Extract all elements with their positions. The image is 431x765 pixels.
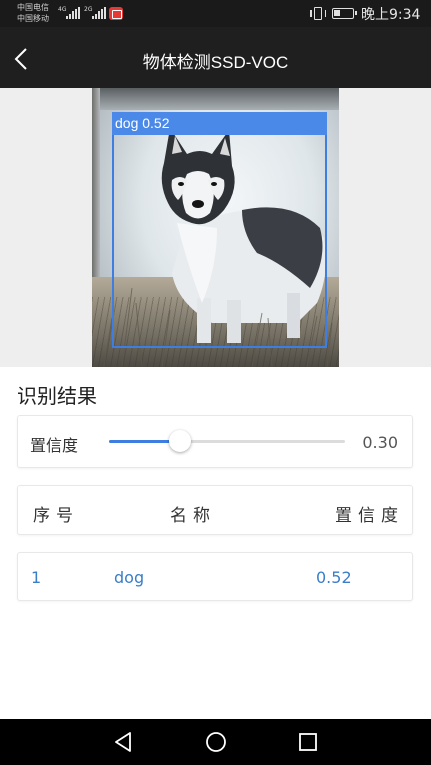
status-bar: 中国电信 中国移动 4G 2G 晚上9:34	[0, 0, 431, 27]
dog-photo: dog 0.52	[92, 88, 339, 367]
screen-record-icon	[109, 7, 123, 20]
title-bar: 物体检测SSD-VOC	[0, 27, 431, 88]
clock: 晚上9:34	[361, 7, 421, 23]
nav-home-button[interactable]	[204, 730, 228, 754]
detection-box	[112, 112, 327, 348]
confidence-slider-card: 置信度 0.30	[17, 415, 413, 468]
confidence-value: 0.30	[362, 433, 398, 452]
carrier-2: 中国移动	[17, 14, 49, 23]
confidence-label: 置信度	[30, 436, 79, 455]
table-row[interactable]: 1 dog 0.52	[17, 552, 413, 601]
column-confidence-header: 置信度	[335, 506, 404, 526]
row-name: dog	[114, 568, 145, 587]
nav-recent-button[interactable]	[296, 730, 320, 754]
column-index-header: 序号	[33, 506, 79, 526]
page-title: 物体检测SSD-VOC	[142, 53, 289, 72]
square-recent-icon	[299, 733, 317, 751]
results-title: 识别结果	[17, 384, 97, 408]
column-name-header: 名称	[170, 506, 216, 526]
triangle-back-icon	[115, 732, 131, 752]
vibrate-icon	[310, 7, 326, 20]
detection-label: dog 0.52	[115, 115, 170, 131]
results-table-header: 序号 名称 置信度	[17, 485, 413, 535]
carrier-1: 中国电信	[17, 3, 49, 12]
navigation-bar	[0, 719, 431, 765]
row-confidence: 0.52	[316, 568, 352, 587]
row-index: 1	[31, 568, 42, 587]
circle-home-icon	[206, 732, 226, 752]
nav-back-button[interactable]	[112, 730, 136, 754]
image-area: dog 0.52	[0, 88, 431, 367]
slider-thumb[interactable]	[168, 430, 191, 452]
battery-icon	[332, 8, 357, 19]
confidence-slider[interactable]	[109, 430, 345, 452]
carrier-info: 中国电信 中国移动	[17, 2, 49, 24]
